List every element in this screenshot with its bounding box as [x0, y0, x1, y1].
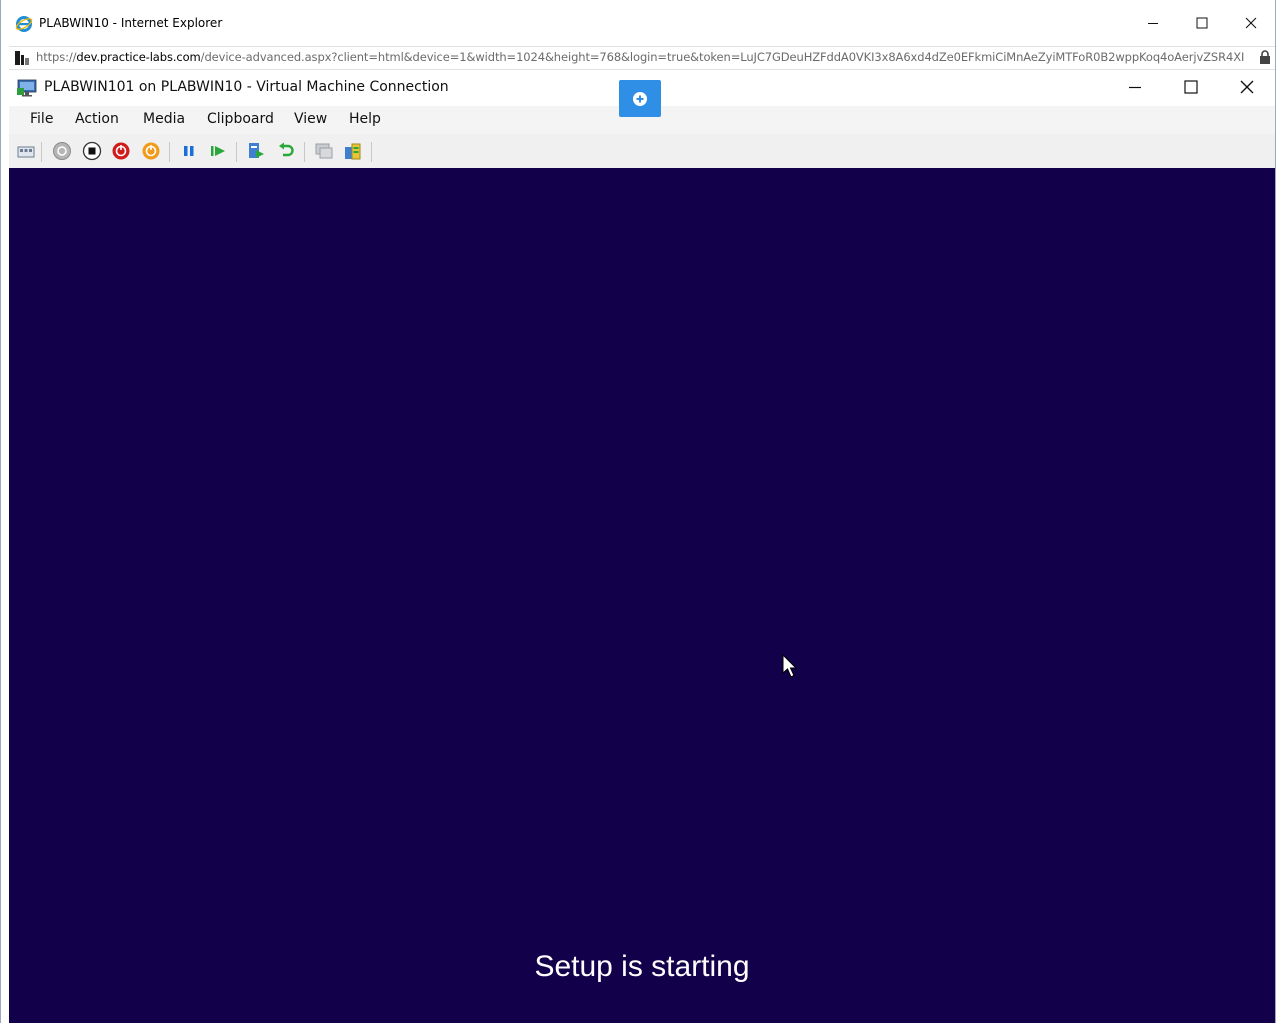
vm-connection-icon	[17, 79, 37, 97]
site-favicon-icon	[15, 51, 29, 65]
ie-logo-icon	[15, 16, 33, 32]
lock-icon[interactable]	[1259, 50, 1271, 65]
browser-maximize-button[interactable]	[1179, 8, 1225, 38]
save-state-icon[interactable]	[141, 141, 161, 161]
resume-icon[interactable]	[208, 141, 228, 161]
url-path: /device-advanced.aspx?client=html&device…	[200, 50, 1245, 64]
ctrl-alt-del-icon[interactable]	[16, 141, 36, 161]
turn-off-icon[interactable]	[82, 141, 102, 161]
menu-clipboard[interactable]: Clipboard	[207, 111, 274, 127]
vm-screen[interactable]: Setup is starting	[9, 168, 1275, 1023]
ie-window: PLABWIN10 - Internet Explorer https://de…	[0, 0, 1276, 1023]
vm-title: PLABWIN101 on PLABWIN10 - Virtual Machin…	[44, 79, 449, 95]
vm-toolbar	[9, 134, 1275, 169]
maximize-icon	[1184, 80, 1198, 94]
minimize-icon	[1148, 23, 1158, 24]
vm-minimize-button[interactable]	[1112, 72, 1158, 102]
menu-help[interactable]: Help	[349, 111, 381, 127]
browser-minimize-button[interactable]	[1130, 8, 1176, 38]
remote-toolbar-toggle-button[interactable]	[619, 80, 661, 117]
toolbar-separator	[41, 142, 42, 162]
plus-circle-icon	[633, 91, 647, 106]
start-icon[interactable]	[52, 141, 72, 161]
checkpoint-icon[interactable]	[246, 141, 266, 161]
setup-status-text: Setup is starting	[534, 950, 750, 983]
pause-icon[interactable]	[179, 141, 199, 161]
menu-action[interactable]: Action	[75, 111, 119, 127]
menu-view[interactable]: View	[294, 111, 327, 127]
toolbar-separator	[236, 142, 237, 162]
zoom-icon[interactable]	[343, 141, 363, 161]
toolbar-separator	[304, 142, 305, 162]
revert-icon[interactable]	[276, 141, 296, 161]
toolbar-separator	[371, 142, 372, 162]
minimize-icon	[1129, 86, 1141, 89]
enhanced-session-icon[interactable]	[314, 141, 334, 161]
vm-close-button[interactable]	[1224, 72, 1270, 102]
url-host: dev.practice-labs.com	[76, 50, 201, 64]
maximize-icon	[1196, 17, 1208, 29]
menu-media[interactable]: Media	[143, 111, 185, 127]
address-url[interactable]: https://dev.practice-labs.com/device-adv…	[36, 50, 1256, 64]
browser-titlebar[interactable]: PLABWIN10 - Internet Explorer	[1, 0, 1275, 46]
toolbar-separator	[169, 142, 170, 162]
vm-maximize-button[interactable]	[1168, 72, 1214, 102]
browser-close-button[interactable]	[1228, 8, 1274, 38]
shut-down-icon[interactable]	[111, 141, 131, 161]
browser-title: PLABWIN10 - Internet Explorer	[39, 16, 223, 30]
vm-connection-window: PLABWIN101 on PLABWIN10 - Virtual Machin…	[9, 70, 1275, 1023]
close-icon	[1245, 17, 1257, 29]
mouse-cursor-icon	[782, 654, 798, 678]
close-icon	[1240, 80, 1254, 94]
menu-file[interactable]: File	[30, 111, 53, 127]
url-scheme: https://	[36, 50, 77, 64]
address-bar[interactable]: https://dev.practice-labs.com/device-adv…	[9, 46, 1275, 70]
